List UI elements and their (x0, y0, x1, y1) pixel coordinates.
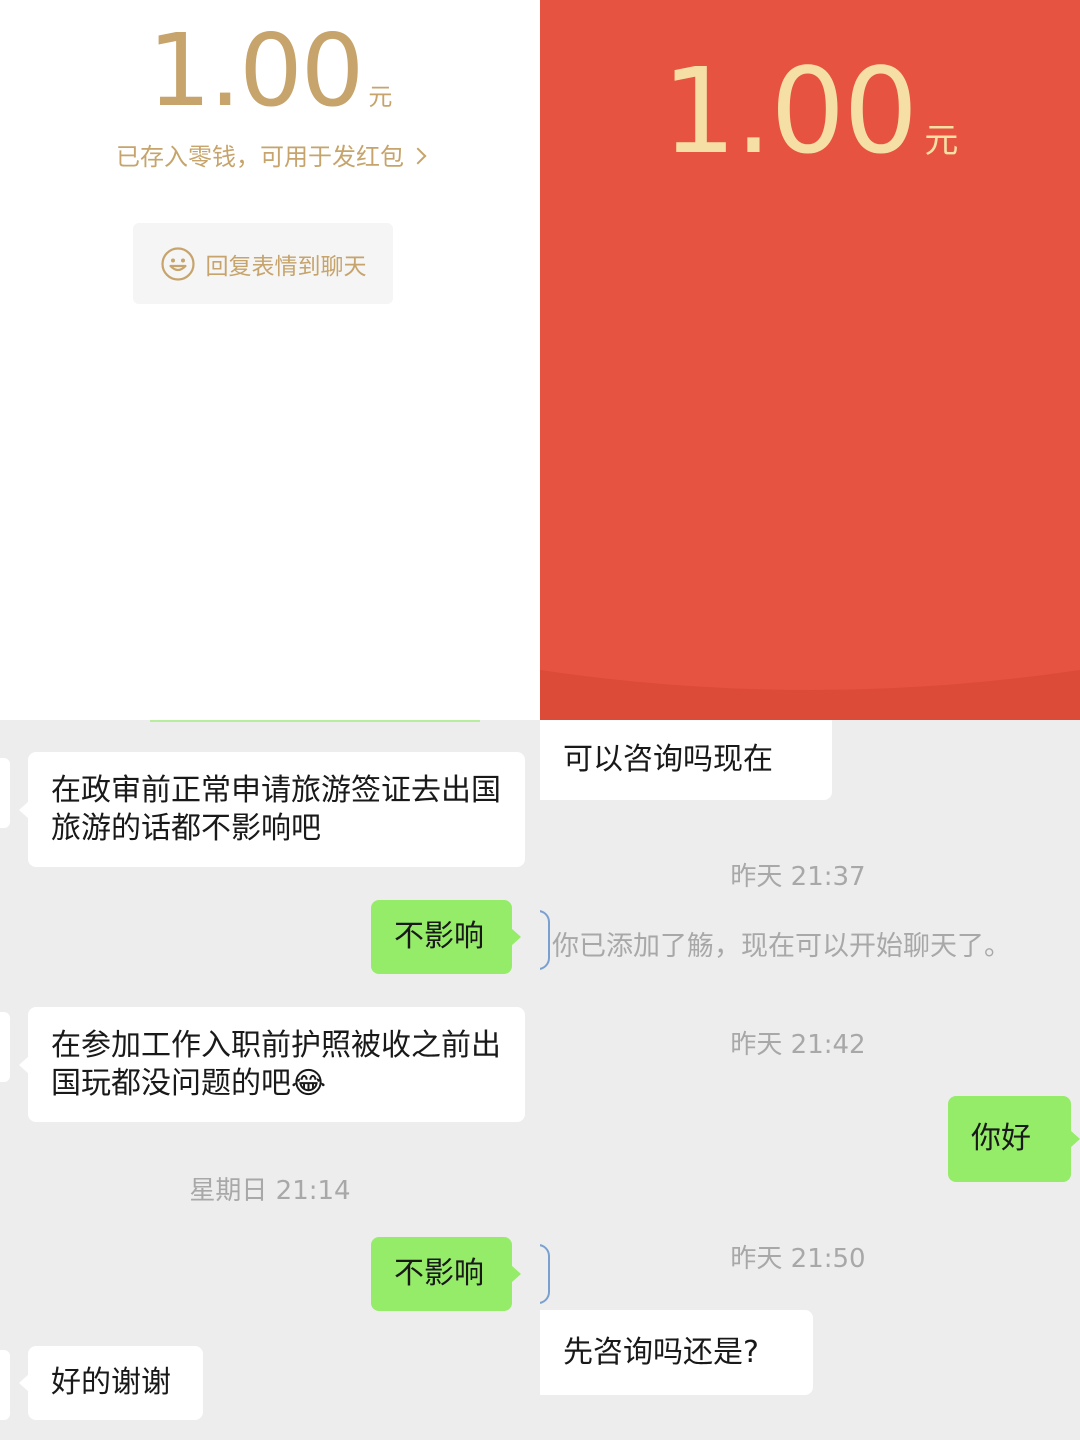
reply-sticker-button[interactable]: 回复表情到聊天 (133, 223, 393, 304)
chat-panel-right: 可以咨询吗现在 昨天 21:37 你已添加了觞，现在可以开始聊天了。 昨天 21… (540, 720, 1080, 1440)
avatar[interactable] (540, 910, 550, 970)
message-text: 可以咨询吗现在 (563, 742, 773, 777)
chat-message-sent: 不影响 (371, 900, 521, 974)
amount-unit: 元 (368, 83, 393, 111)
chat-message-sent: 你好 (948, 1096, 1080, 1182)
message-text: 不影响 (394, 1256, 484, 1291)
red-packet-envelope-panel: 1.00 元 (540, 0, 1080, 720)
chat-message-received: 在参加工作入职前护照被收之前出国玩都没问题的吧😂 (19, 1007, 525, 1122)
message-text: 你好 (971, 1121, 1031, 1156)
chat-panel-left: 在政审前正常申请旅游签证去出国旅游的话都不影响吧 不影响 在参加工作入职前护照被… (0, 720, 540, 1440)
chat-message-received: 在政审前正常申请旅游签证去出国旅游的话都不影响吧 (19, 752, 525, 867)
avatar[interactable] (0, 758, 10, 828)
chat-message-sent: 不影响 (371, 1237, 521, 1311)
message-text: 在政审前正常申请旅游签证去出国旅游的话都不影响吧 (51, 772, 501, 846)
reply-sticker-label: 回复表情到聊天 (205, 253, 367, 280)
envelope-amount-unit: 元 (924, 121, 959, 161)
smiley-icon (160, 246, 195, 281)
chat-message-received: 可以咨询吗现在 (540, 720, 832, 800)
received-amount: 1.00 元 (0, 12, 540, 129)
envelope-curve (540, 670, 1080, 720)
avatar[interactable] (540, 1244, 550, 1304)
timestamp: 星期日 21:14 (189, 1176, 351, 1206)
system-message: 你已添加了觞，现在可以开始聊天了。 (552, 931, 1011, 962)
red-packet-detail-panel: 1.00 元 已存入零钱，可用于发红包 回复表情到聊天 (0, 0, 540, 720)
timestamp: 昨天 21:37 (730, 862, 866, 892)
envelope-amount: 1.00 元 (540, 42, 1080, 180)
avatar[interactable] (0, 1350, 10, 1420)
chat-message-received: 先咨询吗还是? (540, 1310, 813, 1395)
message-text: 先咨询吗还是? (563, 1334, 759, 1370)
chat-message-received: 好的谢谢 (19, 1346, 203, 1420)
timestamp: 昨天 21:42 (730, 1030, 866, 1060)
previous-bubble-edge (150, 720, 480, 722)
message-text: 在参加工作入职前护照被收之前出国玩都没问题的吧😂 (51, 1027, 501, 1101)
timestamp: 昨天 21:50 (730, 1244, 866, 1274)
message-text: 好的谢谢 (51, 1365, 171, 1400)
message-text: 不影响 (394, 919, 484, 954)
envelope-amount-value: 1.00 (661, 42, 919, 180)
chevron-right-icon (409, 147, 427, 165)
amount-value: 1.00 (147, 12, 365, 129)
avatar[interactable] (0, 1012, 10, 1082)
saved-to-balance-text: 已存入零钱，可用于发红包 (116, 143, 404, 171)
saved-to-balance-link[interactable]: 已存入零钱，可用于发红包 (0, 137, 540, 172)
